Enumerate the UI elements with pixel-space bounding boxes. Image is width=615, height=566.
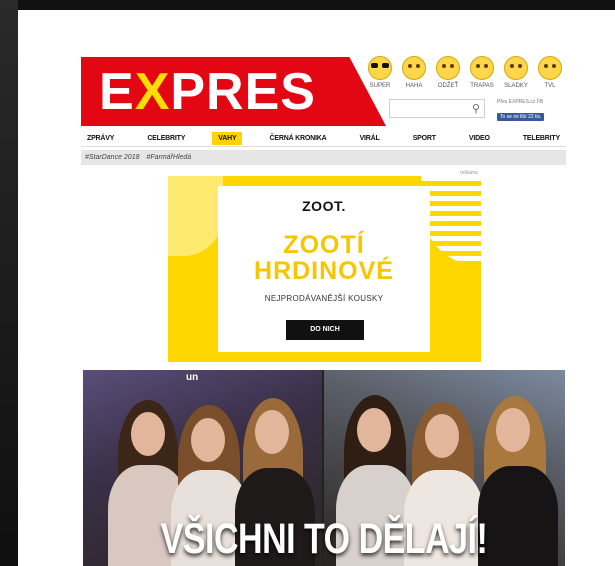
ad-headline-line2: HRDINOVÉ: [254, 257, 394, 285]
tag-link[interactable]: #StarDance 2018: [85, 154, 139, 161]
reaction-label: SUPER: [369, 83, 391, 89]
reaction-tvl[interactable]: TVL: [533, 56, 567, 89]
search-icon[interactable]: ⚲: [472, 102, 480, 115]
background-top: [0, 0, 615, 10]
facebook-text: Přes EXPRES.cz FB: [497, 99, 544, 105]
ad-headline: ZOOTÍ HRDINOVÉ: [218, 232, 430, 284]
ad-decoration: [168, 176, 223, 256]
page: EXPRES SUPER HAHA ODŽEŤ TRAPAS SLADKY TV…: [18, 10, 615, 566]
logo-text: EXPRES: [99, 63, 316, 121]
reaction-odzet[interactable]: ODŽEŤ: [431, 56, 465, 89]
nav-item-vahy[interactable]: VAHY: [212, 131, 243, 145]
reaction-trapas[interactable]: TRAPAS: [465, 56, 499, 89]
ad-brand: ZOOT.: [302, 198, 346, 214]
surprised-face-icon: [436, 56, 460, 80]
grimacing-face-icon: [538, 56, 562, 80]
ad-subline: NEJPRODÁVANĚJŠÍ KOUSKY: [264, 294, 384, 303]
reactions-bar: SUPER HAHA ODŽEŤ TRAPAS SLADKY TVL: [363, 56, 567, 89]
facebook-widget: Přes EXPRES.cz FB To se mi líbí 22 tis.: [497, 99, 565, 123]
reaction-sladky[interactable]: SLADKY: [499, 56, 533, 89]
reaction-label: HAHA: [405, 83, 423, 89]
search-input[interactable]: ⚲: [389, 99, 485, 118]
ad-headline-line1: ZOOTÍ: [283, 231, 365, 259]
expres-logo[interactable]: EXPRES: [81, 57, 386, 126]
nav-item-zpravy[interactable]: ZPRÁVY: [81, 132, 120, 145]
nav-item-cerna-kronika[interactable]: ČERNÁ KRONIKA: [264, 132, 333, 145]
nav-item-telebrity[interactable]: TELEBRITY: [517, 132, 566, 145]
tag-bar: #StarDance 2018 #FarmářHledá: [81, 150, 566, 165]
nav-item-sport[interactable]: SPORT: [407, 132, 442, 145]
cool-face-icon: [368, 56, 392, 80]
advertisement-banner[interactable]: ZOOT. ZOOTÍ HRDINOVÉ NEJPRODÁVANĚJŠÍ KOU…: [168, 176, 481, 362]
laughing-face-icon: [402, 56, 426, 80]
reaction-label: TRAPAS: [470, 83, 494, 89]
reaction-label: SLADKY: [504, 83, 528, 89]
tag-link[interactable]: #FarmářHledá: [146, 154, 191, 161]
hero-headline[interactable]: VŠICHNI TO DĚLAJÍ!: [83, 515, 565, 564]
background-left: [0, 0, 18, 566]
ad-stripes: [421, 176, 481, 266]
hero-article[interactable]: un VŠICHNI TO DĚLAJÍ!: [83, 370, 565, 566]
reaction-haha[interactable]: HAHA: [397, 56, 431, 89]
embarrassed-face-icon: [470, 56, 494, 80]
nav-item-celebrity[interactable]: CELEBRITY: [141, 132, 191, 145]
facebook-like-button[interactable]: To se mi líbí 22 tis.: [497, 113, 545, 121]
nav-item-video[interactable]: VIDEO: [463, 132, 496, 145]
smiling-face-icon: [504, 56, 528, 80]
main-navigation: ZPRÁVY CELEBRITY VAHY ČERNÁ KRONIKA VIRÁ…: [81, 130, 566, 147]
reaction-label: ODŽEŤ: [437, 83, 459, 89]
ad-panel: ZOOT. ZOOTÍ HRDINOVÉ NEJPRODÁVANĚJŠÍ KOU…: [218, 186, 430, 352]
reaction-label: TVL: [544, 83, 556, 89]
watermark: un: [186, 372, 199, 383]
reaction-super[interactable]: SUPER: [363, 56, 397, 89]
nav-item-viral[interactable]: VIRÁL: [354, 132, 386, 145]
ad-cta-button[interactable]: DO NICH: [286, 320, 364, 340]
